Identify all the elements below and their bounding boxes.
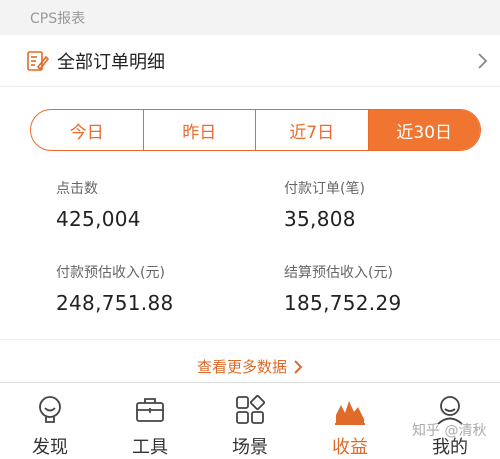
tab-last-30-days-label: 近30日: [396, 122, 453, 143]
stat-clicks-value: 425,004: [56, 207, 141, 231]
all-orders-row[interactable]: 全部订单明细: [0, 35, 500, 87]
stat-settled-est-income-value: 185,752.29: [284, 291, 402, 315]
tabbar-item-discover[interactable]: 发现: [0, 383, 100, 458]
chart-icon: [333, 393, 367, 427]
tab-today-label: 今日: [69, 122, 104, 143]
stat-paid-orders-title: 付款订单(笔): [284, 181, 365, 197]
view-more-data-link[interactable]: 查看更多数据: [0, 356, 500, 377]
tabbar-item-tools[interactable]: 工具: [100, 383, 200, 458]
tab-last-7-days-label: 近7日: [289, 122, 335, 143]
tab-last-30-days[interactable]: 近30日: [368, 110, 480, 150]
chevron-right-icon: [474, 49, 490, 73]
section-header: CPS报表: [0, 0, 500, 35]
tabbar-item-me[interactable]: 我的: [400, 383, 500, 458]
grid-icon: [233, 393, 267, 427]
divider: [0, 339, 500, 340]
tab-today[interactable]: 今日: [31, 110, 144, 150]
all-orders-label: 全部订单明细: [57, 51, 165, 73]
stat-clicks: 点击数 425,004: [56, 178, 141, 231]
tabbar-item-earnings-label: 收益: [332, 437, 368, 458]
bulb-icon: [33, 393, 67, 427]
chevron-right-icon: [294, 359, 303, 374]
tab-last-7-days[interactable]: 近7日: [256, 110, 369, 150]
edit-document-icon: [25, 49, 49, 73]
tabbar-item-scenes[interactable]: 场景: [200, 383, 300, 458]
tabbar-item-tools-label: 工具: [132, 437, 168, 458]
tabbar-item-earnings[interactable]: 收益: [300, 383, 400, 458]
stat-paid-orders-value: 35,808: [284, 207, 356, 231]
toolbox-icon: [133, 393, 167, 427]
stat-paid-est-income-value: 248,751.88: [56, 291, 174, 315]
section-header-title: CPS报表: [30, 10, 86, 27]
tab-yesterday[interactable]: 昨日: [144, 110, 256, 150]
stat-paid-est-income: 付款预估收入(元) 248,751.88: [56, 262, 174, 315]
tabbar-item-scenes-label: 场景: [232, 437, 268, 458]
tabbar-item-discover-label: 发现: [32, 437, 68, 458]
date-range-tabs: 今日 昨日 近7日 近30日: [30, 109, 481, 151]
stat-settled-est-income-title: 结算预估收入(元): [284, 265, 393, 281]
view-more-data-label: 查看更多数据: [196, 358, 287, 376]
stat-paid-orders: 付款订单(笔) 35,808: [284, 178, 365, 231]
stat-clicks-title: 点击数: [56, 181, 98, 197]
tab-yesterday-label: 昨日: [182, 122, 217, 143]
stat-paid-est-income-title: 付款预估收入(元): [56, 265, 165, 281]
stat-settled-est-income: 结算预估收入(元) 185,752.29: [284, 262, 402, 315]
bottom-tab-bar: 发现 工具 场景 收益 我的: [0, 382, 500, 458]
watermark: 知乎 @清秋: [412, 423, 487, 439]
